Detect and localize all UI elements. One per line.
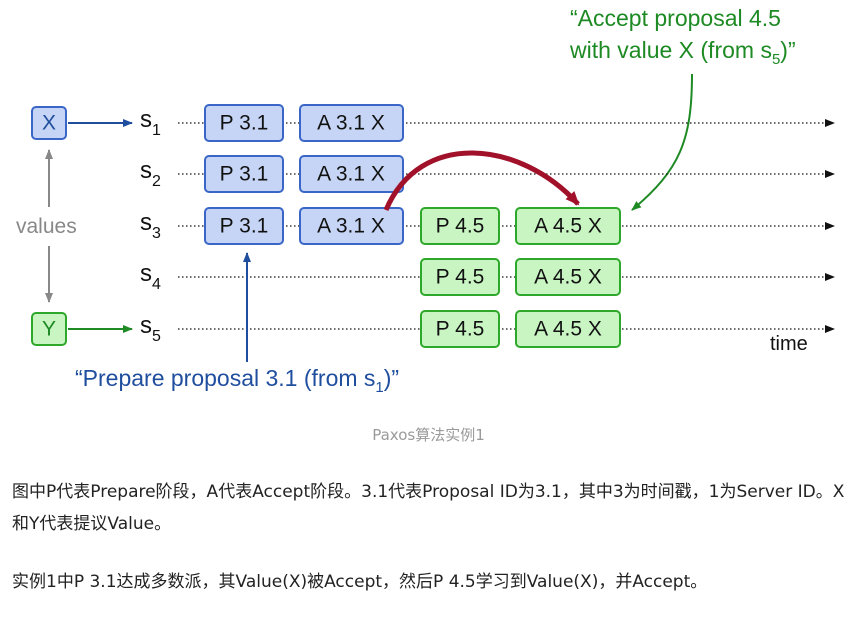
server-label-s5: s5 — [140, 312, 161, 345]
accept-note-line2: with value X (from s5)” — [569, 37, 796, 68]
description-paragraph-1: 图中P代表Prepare阶段，A代表Accept阶段。3.1代表Proposal… — [12, 482, 845, 534]
server-label-s2: s2 — [140, 157, 161, 190]
description-paragraph-2: 实例1中P 3.1达成多数派，其Value(X)被Accept，然后P 4.5学… — [12, 572, 708, 592]
prepare-note: “Prepare proposal 3.1 (from s1)” — [75, 365, 399, 396]
accept-31-label: A 3.1 X — [317, 163, 385, 186]
prepare-31-label: P 3.1 — [220, 215, 269, 238]
accept-45-label: A 4.5 X — [534, 318, 602, 341]
proposal-45-s4: P 4.5 A 4.5 X — [420, 258, 621, 296]
paxos-diagram: “Accept proposal 4.5 with value X (from … — [16, 5, 835, 396]
proposal-31-s3: P 3.1 A 3.1 X — [204, 207, 404, 245]
server-label-s4: s4 — [140, 260, 161, 293]
prepare-45-label: P 4.5 — [436, 215, 485, 238]
server-label-s3: s3 — [140, 209, 161, 242]
accept-45-label: A 4.5 X — [534, 266, 602, 289]
value-learn-arrow — [383, 150, 580, 211]
accept-note-arrow — [631, 73, 693, 211]
proposal-45-s5: P 4.5 A 4.5 X — [420, 310, 621, 348]
value-y-label: Y — [42, 318, 56, 341]
accept-note-line1: “Accept proposal 4.5 — [570, 5, 781, 31]
proposal-45-s3: P 4.5 A 4.5 X — [420, 207, 621, 245]
values-label: values — [16, 215, 77, 238]
proposal-31-s1: P 3.1 A 3.1 X — [204, 104, 404, 142]
figure-caption: Paxos算法实例1 — [372, 426, 485, 444]
prepare-45-label: P 4.5 — [436, 318, 485, 341]
time-label: time — [770, 333, 808, 355]
server-label-s1: s1 — [140, 106, 161, 139]
prepare-31-label: P 3.1 — [220, 112, 269, 135]
accept-45-label: A 4.5 X — [534, 215, 602, 238]
value-x-label: X — [42, 112, 56, 135]
prepare-31-label: P 3.1 — [220, 163, 269, 186]
prepare-45-label: P 4.5 — [436, 266, 485, 289]
accept-31-label: A 3.1 X — [317, 112, 385, 135]
proposal-31-s2: P 3.1 A 3.1 X — [204, 155, 404, 193]
accept-31-label: A 3.1 X — [317, 215, 385, 238]
